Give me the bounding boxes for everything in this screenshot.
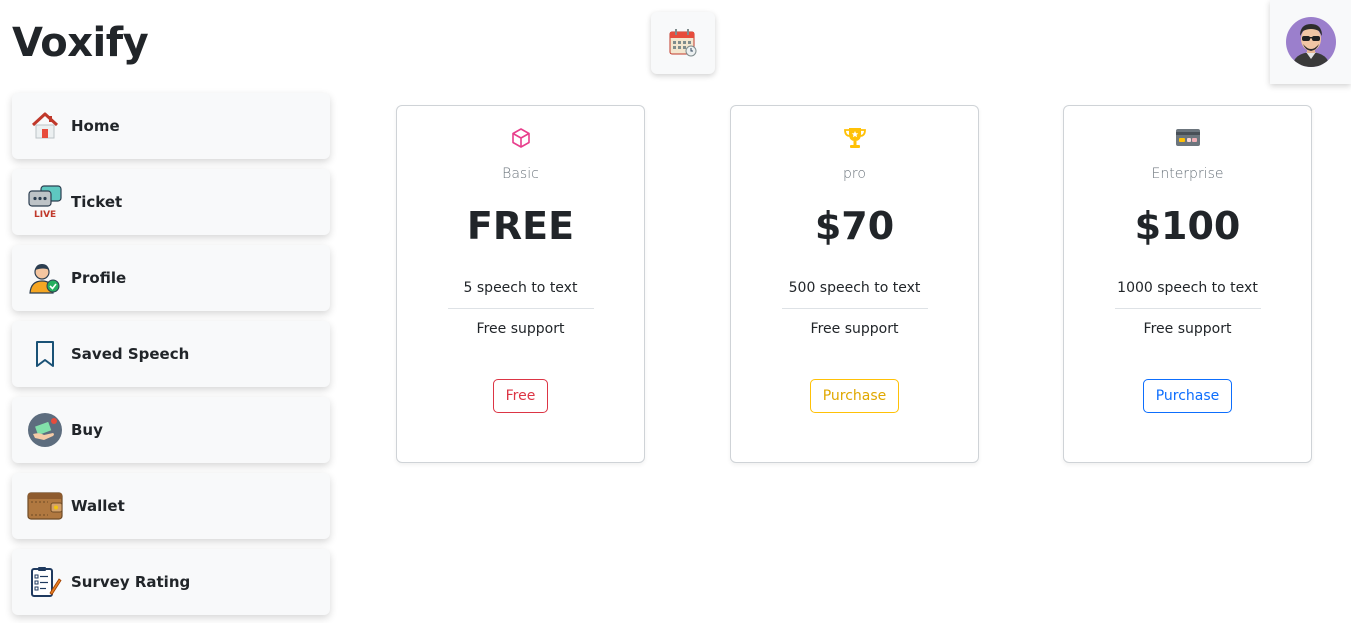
svg-text:LIVE: LIVE [34, 210, 56, 220]
free-button[interactable]: Free [492, 379, 549, 413]
sidebar-item-label: Profile [71, 269, 127, 287]
sidebar-item-wallet[interactable]: Wallet [12, 473, 330, 539]
avatar-icon [1285, 17, 1336, 67]
plan-feature: 500 speech to text [781, 268, 928, 309]
plan-price: $70 [814, 204, 895, 248]
app-title: Voxify [12, 20, 149, 66]
plan-price: $100 [1134, 204, 1241, 248]
sidebar-item-ticket[interactable]: LIVE Ticket [12, 169, 330, 235]
sidebar-item-label: Buy [71, 421, 103, 439]
plan-card-basic: Basic FREE 5 speech to text Free support… [396, 105, 645, 463]
sidebar-item-buy[interactable]: Buy [12, 397, 330, 463]
bookmark-icon [27, 336, 63, 372]
sidebar-item-label: Wallet [71, 497, 125, 515]
profile-icon [27, 260, 63, 296]
pricing-section: Basic FREE 5 speech to text Free support… [362, 94, 1324, 470]
sidebar-item-label: Survey Rating [71, 573, 191, 591]
sidebar-item-profile[interactable]: Profile [12, 245, 330, 311]
purchase-button[interactable]: Purchase [1142, 379, 1233, 413]
buy-icon [27, 412, 63, 448]
plan-name: pro [843, 166, 866, 182]
plan-card-pro: pro $70 500 speech to text Free support … [730, 105, 979, 463]
survey-icon [27, 564, 63, 600]
sidebar-item-label: Home [71, 117, 120, 135]
plan-card-enterprise: Enterprise $100 1000 speech to text Free… [1063, 105, 1312, 463]
sidebar-item-home[interactable]: Home [12, 93, 330, 159]
purchase-button[interactable]: Purchase [809, 379, 900, 413]
plan-price: FREE [466, 204, 575, 248]
plan-feature: Free support [810, 321, 899, 337]
sidebar: Home LIVE Ticket Profile Saved Speech Bu… [12, 93, 330, 623]
sidebar-item-saved-speech[interactable]: Saved Speech [12, 321, 330, 387]
plan-name: Enterprise [1151, 166, 1224, 182]
plan-feature: 5 speech to text [447, 268, 594, 309]
plan-feature: Free support [1143, 321, 1232, 337]
box-icon [511, 128, 530, 148]
calendar-icon [669, 29, 697, 57]
trophy-icon [843, 128, 866, 148]
plan-feature: Free support [476, 321, 565, 337]
home-icon [27, 108, 63, 144]
calendar-button[interactable] [651, 12, 715, 74]
sidebar-item-label: Saved Speech [71, 345, 190, 363]
sidebar-item-survey-rating[interactable]: Survey Rating [12, 549, 330, 615]
profile-avatar-button[interactable] [1270, 0, 1351, 84]
credit-card-icon [1175, 129, 1200, 146]
plan-feature: 1000 speech to text [1114, 268, 1261, 309]
plan-name: Basic [502, 166, 539, 182]
live-chat-icon: LIVE [27, 184, 63, 220]
wallet-icon [27, 488, 63, 524]
sidebar-item-label: Ticket [71, 193, 123, 211]
